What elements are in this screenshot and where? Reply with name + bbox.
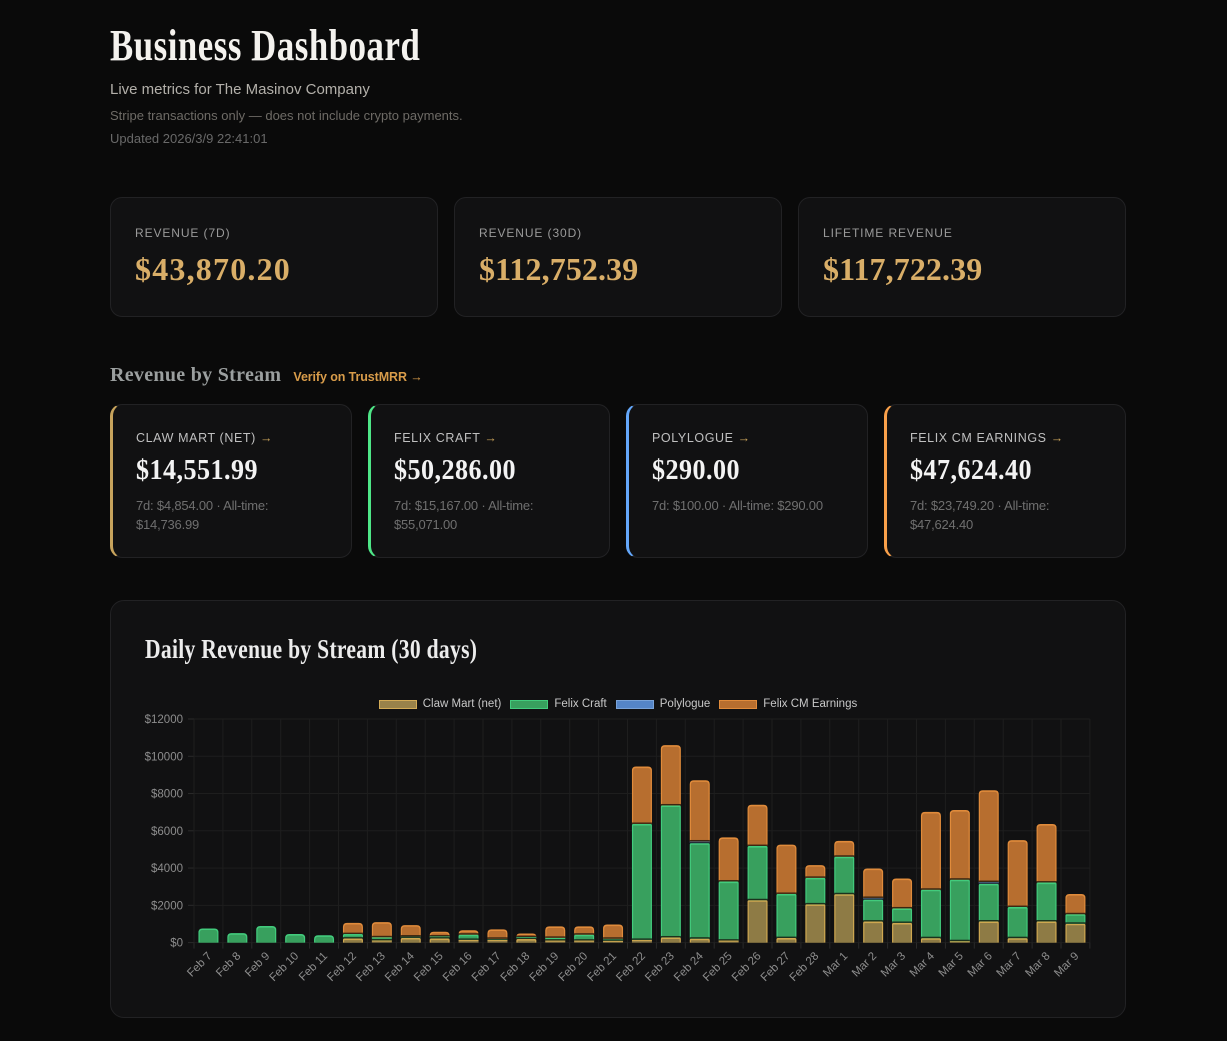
svg-text:Feb 12: Feb 12 (325, 950, 359, 984)
svg-text:Mar 6: Mar 6 (966, 950, 995, 979)
svg-text:Feb 7: Feb 7 (185, 950, 214, 979)
svg-text:Mar 9: Mar 9 (1052, 950, 1081, 979)
svg-text:Feb 17: Feb 17 (470, 950, 504, 984)
svg-text:$10000: $10000 (145, 751, 183, 763)
svg-text:Mar 1: Mar 1 (821, 950, 850, 979)
svg-text:Feb 14: Feb 14 (383, 950, 417, 984)
svg-text:Feb 22: Feb 22 (614, 950, 648, 984)
svg-text:$8000: $8000 (151, 789, 183, 801)
svg-text:Mar 4: Mar 4 (908, 950, 938, 980)
svg-text:Feb 20: Feb 20 (556, 950, 590, 984)
svg-text:Mar 2: Mar 2 (850, 950, 879, 979)
svg-text:Mar 7: Mar 7 (994, 950, 1023, 979)
svg-text:Feb 19: Feb 19 (528, 950, 562, 984)
svg-text:Mar 3: Mar 3 (879, 950, 908, 979)
svg-text:Mar 5: Mar 5 (937, 950, 966, 979)
svg-text:Feb 23: Feb 23 (643, 950, 677, 984)
svg-text:Feb 11: Feb 11 (297, 950, 330, 983)
svg-text:Feb 26: Feb 26 (730, 950, 764, 984)
svg-text:Feb 16: Feb 16 (441, 950, 475, 984)
svg-text:$12000: $12000 (145, 714, 183, 726)
svg-text:$0: $0 (170, 938, 183, 950)
svg-text:Feb 10: Feb 10 (267, 950, 301, 984)
svg-text:Feb 28: Feb 28 (788, 950, 822, 984)
svg-text:Feb 15: Feb 15 (412, 950, 446, 984)
svg-text:$6000: $6000 (151, 826, 183, 838)
svg-text:Feb 13: Feb 13 (354, 950, 388, 984)
svg-text:$2000: $2000 (151, 900, 183, 912)
svg-text:Feb 27: Feb 27 (759, 950, 793, 984)
svg-text:Feb 25: Feb 25 (701, 950, 735, 984)
svg-text:Feb 18: Feb 18 (499, 950, 533, 984)
svg-text:Feb 21: Feb 21 (585, 950, 619, 984)
svg-text:Mar 8: Mar 8 (1023, 950, 1052, 979)
svg-text:$4000: $4000 (151, 863, 183, 875)
svg-text:Feb 24: Feb 24 (672, 950, 706, 984)
svg-text:Feb 8: Feb 8 (214, 950, 243, 979)
